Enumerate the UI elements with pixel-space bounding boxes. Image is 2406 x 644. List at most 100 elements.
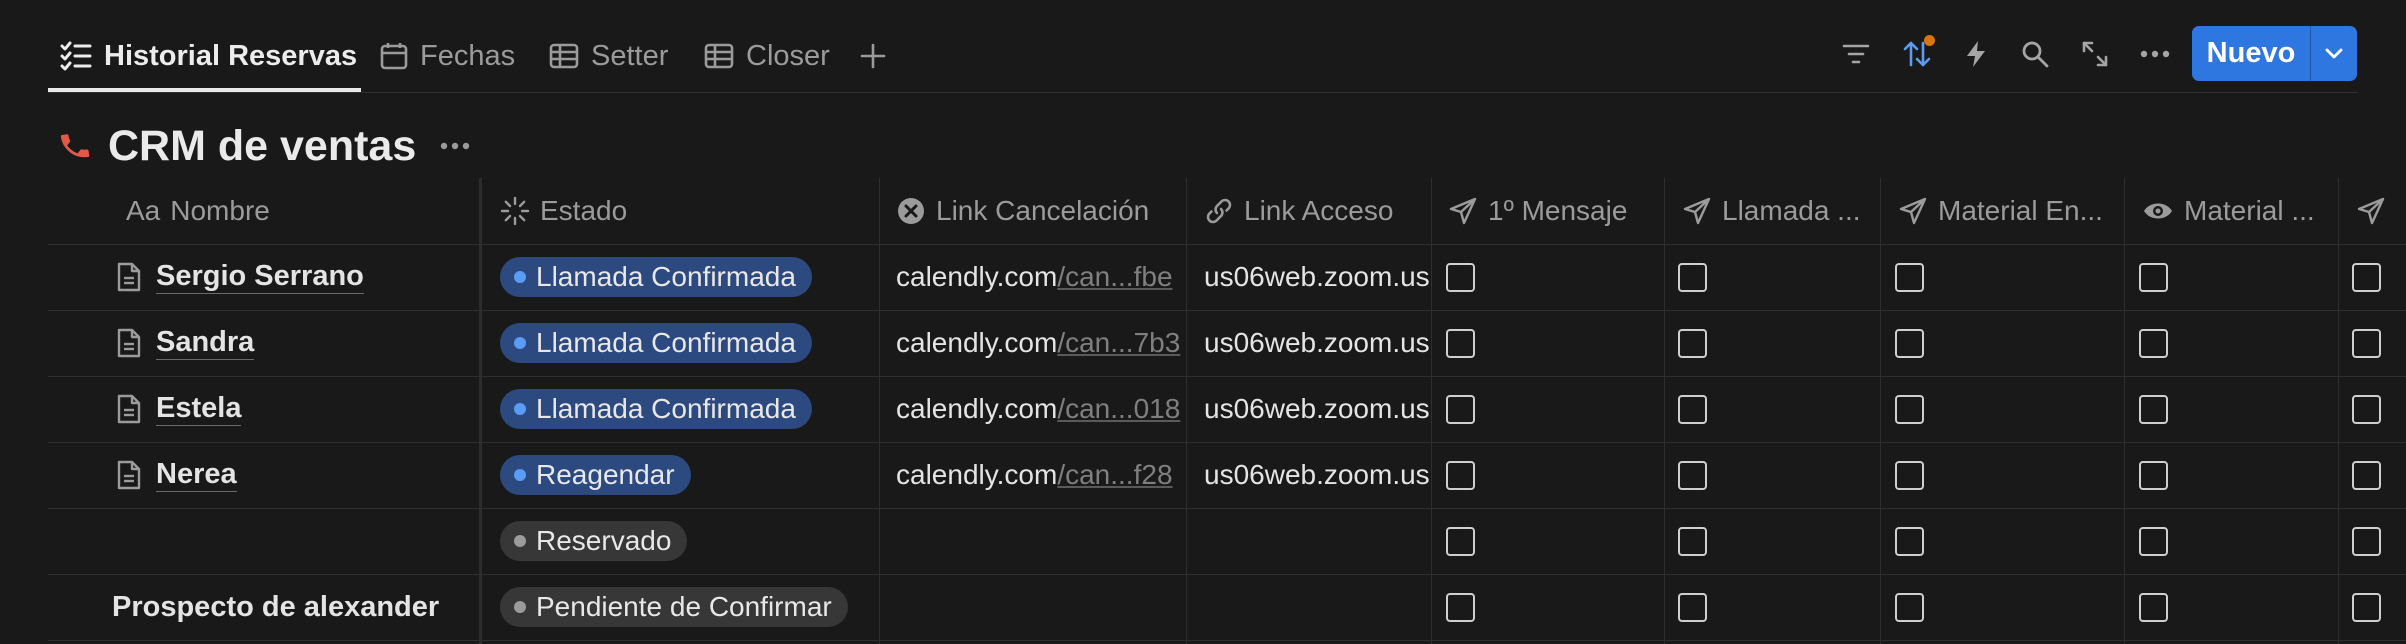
checkbox-cell[interactable]: [1895, 376, 1935, 442]
link-acceso-cell[interactable]: us06web.zoom.us: [1204, 244, 1449, 310]
row-title[interactable]: Nerea: [156, 458, 237, 492]
checkbox-cell[interactable]: [1895, 442, 1935, 508]
column-header-estado[interactable]: Estado: [500, 178, 880, 244]
table-row[interactable]: Prospecto de alexander Pendiente de Confi…: [48, 574, 2406, 641]
checkbox[interactable]: [1678, 328, 1707, 358]
checkbox-cell[interactable]: [2139, 376, 2179, 442]
search-button[interactable]: [2015, 30, 2055, 78]
automations-button[interactable]: [1956, 30, 1996, 78]
checkbox[interactable]: [2352, 526, 2381, 556]
checkbox-cell[interactable]: [1678, 508, 1718, 574]
checkbox[interactable]: [1895, 328, 1924, 358]
checkbox-cell[interactable]: [2139, 508, 2179, 574]
row-title[interactable]: Prospecto de alexander: [112, 591, 439, 624]
new-dropdown-button[interactable]: [2311, 26, 2357, 81]
name-cell[interactable]: Estela: [116, 376, 516, 442]
checkbox-cell[interactable]: [2352, 310, 2392, 376]
name-cell[interactable]: [112, 508, 512, 574]
checkbox[interactable]: [1895, 460, 1924, 490]
checkbox-cell[interactable]: [1895, 244, 1935, 310]
link-path[interactable]: /can...018: [1057, 393, 1180, 425]
row-title[interactable]: Sergio Serrano: [156, 260, 364, 294]
checkbox[interactable]: [1446, 328, 1475, 358]
status-cell[interactable]: Llamada Confirmada: [500, 244, 920, 310]
name-cell[interactable]: Nerea: [116, 442, 516, 508]
column-header-link-cancelacion[interactable]: Link Cancelación: [896, 178, 1196, 244]
link-url[interactable]: us06web.zoom.us: [1204, 393, 1430, 425]
name-cell[interactable]: Sandra: [116, 310, 516, 376]
link-path[interactable]: /can...fbe: [1057, 261, 1172, 293]
name-cell[interactable]: Sergio Serrano: [116, 244, 516, 310]
checkbox-cell[interactable]: [2352, 442, 2392, 508]
table-row[interactable]: Nerea Reagendar calendly.com/can...f28 us06…: [48, 442, 2406, 509]
checkbox[interactable]: [1446, 526, 1475, 556]
checkbox-cell[interactable]: [1446, 376, 1486, 442]
status-cell[interactable]: Llamada Confirmada: [500, 376, 920, 442]
checkbox-cell[interactable]: [2139, 310, 2179, 376]
checkbox-cell[interactable]: [1895, 574, 1935, 640]
column-header-nombre[interactable]: Aa Nombre: [126, 178, 486, 244]
link-domain[interactable]: calendly.com: [896, 459, 1057, 491]
checkbox[interactable]: [1446, 592, 1475, 622]
link-acceso-cell[interactable]: [1204, 508, 1449, 574]
status-cell[interactable]: Reservado: [500, 508, 920, 574]
table-row[interactable]: Reservado: [48, 508, 2406, 575]
link-acceso-cell[interactable]: us06web.zoom.us: [1204, 310, 1449, 376]
link-path[interactable]: /can...7b3: [1057, 327, 1180, 359]
row-title[interactable]: Sandra: [156, 326, 255, 360]
link-cancelacion-cell[interactable]: calendly.com/can...fbe: [896, 244, 1234, 310]
add-view-button[interactable]: [860, 20, 886, 92]
tab-historial-reservas[interactable]: Historial Reservas: [60, 20, 357, 92]
checkbox[interactable]: [1678, 460, 1707, 490]
more-options-button[interactable]: [2135, 30, 2175, 78]
table-row[interactable]: Estela Llamada Confirmada calendly.com/can…: [48, 376, 2406, 443]
checkbox-cell[interactable]: [1895, 310, 1935, 376]
checkbox[interactable]: [1446, 394, 1475, 424]
checkbox[interactable]: [1678, 394, 1707, 424]
checkbox[interactable]: [2352, 262, 2381, 292]
link-url[interactable]: us06web.zoom.us: [1204, 327, 1430, 359]
link-cancelacion-cell[interactable]: [896, 574, 1234, 640]
new-button-label[interactable]: Nuevo: [2192, 26, 2311, 81]
status-badge[interactable]: Llamada Confirmada: [500, 323, 812, 363]
checkbox[interactable]: [1678, 262, 1707, 292]
column-header-llamada[interactable]: Llamada ...: [1682, 178, 1882, 244]
checkbox-cell[interactable]: [2352, 508, 2392, 574]
link-cancelacion-cell[interactable]: calendly.com/can...7b3: [896, 310, 1234, 376]
checkbox[interactable]: [2139, 592, 2168, 622]
checkbox[interactable]: [2352, 328, 2381, 358]
checkbox[interactable]: [2352, 394, 2381, 424]
link-cancelacion-cell[interactable]: calendly.com/can...018: [896, 376, 1234, 442]
checkbox-cell[interactable]: [1446, 244, 1486, 310]
checkbox-cell[interactable]: [2139, 442, 2179, 508]
checkbox-cell[interactable]: [1678, 574, 1718, 640]
checkbox-cell[interactable]: [2139, 244, 2179, 310]
checkbox[interactable]: [1895, 394, 1924, 424]
tab-setter[interactable]: Setter: [549, 20, 668, 92]
checkbox-cell[interactable]: [1446, 442, 1486, 508]
row-title[interactable]: Estela: [156, 392, 242, 426]
column-header-material-en[interactable]: Material En...: [1898, 178, 2138, 244]
column-header-1-mensaje[interactable]: 1º Mensaje: [1448, 178, 1673, 244]
checkbox-cell[interactable]: [1895, 508, 1935, 574]
status-cell[interactable]: Llamada Confirmada: [500, 310, 920, 376]
column-header-link-acceso[interactable]: Link Acceso: [1204, 178, 1444, 244]
page-title[interactable]: CRM de ventas: [108, 122, 416, 171]
new-button[interactable]: Nuevo: [2192, 26, 2357, 81]
link-path[interactable]: /can...f28: [1057, 459, 1172, 491]
checkbox-cell[interactable]: [2352, 574, 2392, 640]
checkbox[interactable]: [1895, 262, 1924, 292]
checkbox-cell[interactable]: [2139, 574, 2179, 640]
link-acceso-cell[interactable]: us06web.zoom.us: [1204, 442, 1449, 508]
checkbox[interactable]: [1678, 526, 1707, 556]
link-cancelacion-cell[interactable]: calendly.com/can...f28: [896, 442, 1234, 508]
expand-button[interactable]: [2075, 30, 2115, 78]
status-badge[interactable]: Llamada Confirmada: [500, 389, 812, 429]
checkbox-cell[interactable]: [1678, 376, 1718, 442]
link-domain[interactable]: calendly.com: [896, 393, 1057, 425]
table-row[interactable]: Sandra Llamada Confirmada calendly.com/can…: [48, 310, 2406, 377]
checkbox[interactable]: [2139, 262, 2168, 292]
checkbox-cell[interactable]: [1678, 442, 1718, 508]
checkbox-cell[interactable]: [2352, 244, 2392, 310]
checkbox-cell[interactable]: [2352, 376, 2392, 442]
